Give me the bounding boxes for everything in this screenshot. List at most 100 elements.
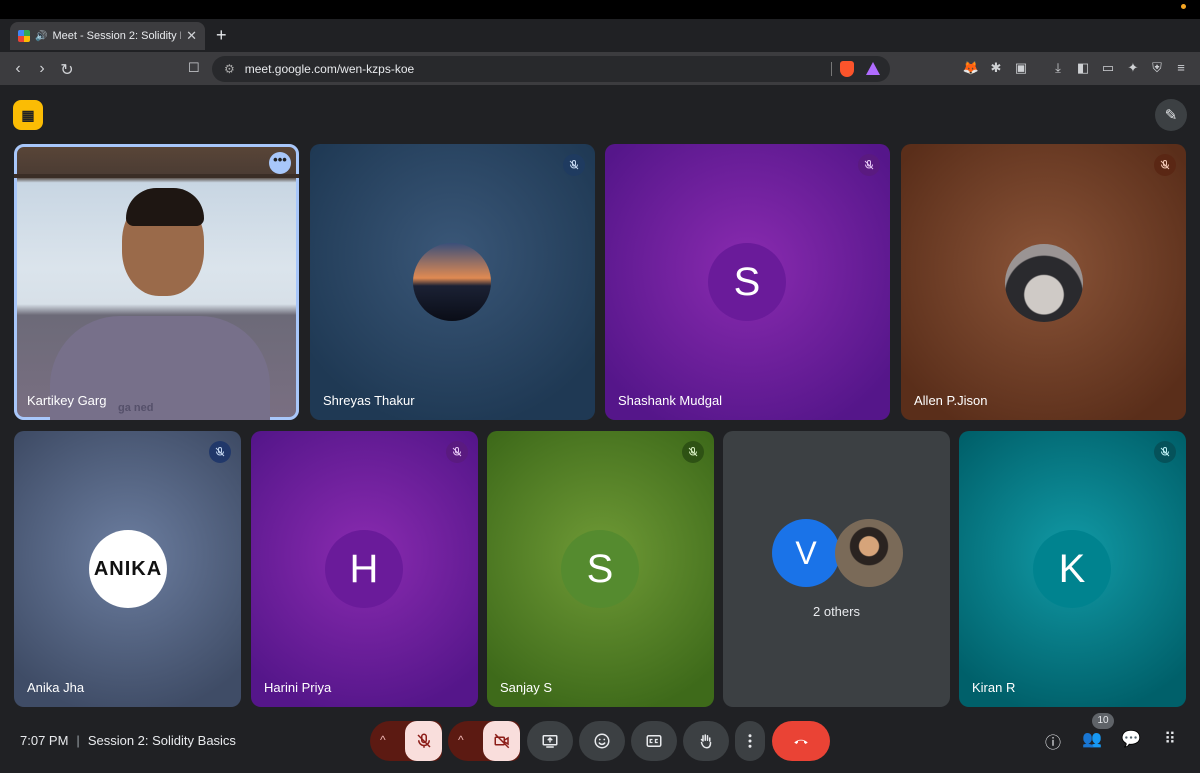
raise-hand-button[interactable] bbox=[683, 721, 729, 761]
screenshot-icon[interactable]: ▣ bbox=[1012, 60, 1030, 76]
camera-off-indicator-icon[interactable]: ▦ bbox=[13, 100, 43, 130]
meet-favicon-icon bbox=[18, 30, 30, 42]
bookmark-icon[interactable]: ☐ bbox=[188, 60, 200, 76]
participant-name: Sanjay S bbox=[500, 680, 553, 695]
present-screen-icon bbox=[542, 735, 558, 748]
activities-grid-icon[interactable]: ⠿ bbox=[1158, 729, 1182, 749]
participant-tile-kartikey[interactable]: ga ned ••• Kartikey Garg bbox=[14, 144, 299, 420]
participant-name: Allen P.Jison bbox=[914, 393, 988, 408]
leo-ai-icon[interactable]: ✦ bbox=[1124, 60, 1142, 76]
brave-shields-icon[interactable] bbox=[840, 61, 854, 77]
camera-toggle-button[interactable] bbox=[483, 721, 520, 761]
participant-name: Kiran R bbox=[972, 680, 1016, 695]
url-separator bbox=[831, 62, 832, 76]
present-screen-button[interactable] bbox=[527, 721, 573, 761]
back-icon[interactable]: ‹ bbox=[7, 60, 29, 78]
browser-tab[interactable]: 🔊 Meet - Session 2: Solidity B ✕ bbox=[10, 22, 205, 50]
more-options-icon[interactable]: ••• bbox=[269, 152, 291, 174]
wallet-fox-icon[interactable]: 🦊 bbox=[962, 60, 980, 76]
muted-mic-icon bbox=[209, 441, 231, 463]
shirt-text: ga ned bbox=[118, 402, 154, 414]
camera-off-icon bbox=[494, 733, 509, 749]
mic-control: ^ bbox=[370, 721, 442, 761]
meeting-info-separator: | bbox=[76, 733, 80, 748]
video-person-hair bbox=[126, 188, 204, 226]
sidebar-icon[interactable]: ◧ bbox=[1074, 60, 1092, 76]
tab-title: Meet - Session 2: Solidity B bbox=[52, 30, 182, 42]
muted-mic-icon bbox=[858, 154, 880, 176]
edit-pen-icon[interactable]: ✎ bbox=[1155, 99, 1187, 131]
speaker-icon: 🔊 bbox=[35, 30, 48, 42]
participant-name: Shashank Mudgal bbox=[618, 393, 723, 408]
url-text: meet.google.com/wen-kzps-koe bbox=[244, 62, 415, 76]
muted-mic-icon bbox=[682, 441, 704, 463]
browser-tab-bar: 🔊 Meet - Session 2: Solidity B ✕ + bbox=[0, 19, 1200, 52]
more-vert-icon bbox=[748, 734, 752, 748]
leave-call-button[interactable] bbox=[772, 721, 830, 761]
muted-mic-icon bbox=[1154, 154, 1176, 176]
meeting-time: 7:07 PM bbox=[20, 733, 69, 748]
os-top-strip bbox=[0, 0, 1200, 19]
participant-name: Harini Priya bbox=[264, 680, 332, 695]
more-options-button[interactable] bbox=[735, 721, 765, 761]
participant-tile-shashank[interactable]: S Shashank Mudgal bbox=[605, 144, 890, 420]
avatar-photo bbox=[835, 519, 903, 587]
participant-tile-sanjay[interactable]: S Sanjay S bbox=[487, 431, 714, 707]
extensions-icon[interactable]: ✱ bbox=[987, 60, 1005, 76]
participant-tile-shreyas[interactable]: Shreyas Thakur bbox=[310, 144, 595, 420]
hang-up-icon bbox=[794, 739, 808, 744]
hand-icon bbox=[700, 734, 712, 749]
new-tab-button[interactable]: + bbox=[216, 25, 227, 46]
brave-rewards-icon[interactable] bbox=[866, 62, 880, 75]
participant-tile-kiran[interactable]: K Kiran R bbox=[959, 431, 1186, 707]
meeting-title: Session 2: Solidity Basics bbox=[87, 733, 236, 748]
emoji-icon bbox=[594, 733, 610, 749]
meeting-controls-bar: 7:07 PM | Session 2: Solidity Basics ^ ^… bbox=[0, 713, 1200, 767]
muted-mic-icon bbox=[1154, 441, 1176, 463]
participant-name: Anika Jha bbox=[27, 680, 85, 695]
camera-options-chevron-icon[interactable]: ^ bbox=[458, 733, 464, 747]
avatar bbox=[413, 243, 491, 321]
reactions-button[interactable] bbox=[579, 721, 625, 761]
video-window-frame bbox=[14, 174, 299, 178]
avatar bbox=[1005, 244, 1083, 322]
menu-icon[interactable]: ≡ bbox=[1172, 60, 1190, 75]
avatar: K bbox=[1033, 530, 1111, 608]
wallet-icon[interactable]: ▭ bbox=[1099, 60, 1117, 76]
url-bar[interactable]: ⚙ meet.google.com/wen-kzps-koe bbox=[212, 56, 890, 82]
muted-mic-icon bbox=[563, 154, 585, 176]
mic-off-icon bbox=[416, 733, 431, 748]
participant-name: Shreyas Thakur bbox=[323, 393, 415, 408]
mic-toggle-button[interactable] bbox=[405, 721, 442, 761]
participant-tile-anika[interactable]: ANIKA Anika Jha bbox=[14, 431, 241, 707]
participant-name: Kartikey Garg bbox=[27, 393, 107, 408]
camera-control: ^ bbox=[448, 721, 520, 761]
vpn-icon[interactable]: ⛨ bbox=[1148, 60, 1166, 76]
participant-tile-harini[interactable]: H Harini Priya bbox=[251, 431, 478, 707]
anika-logo: ANIKA bbox=[89, 530, 167, 608]
muted-mic-icon bbox=[446, 441, 468, 463]
forward-icon[interactable]: › bbox=[31, 60, 53, 78]
avatar: H bbox=[325, 530, 403, 608]
avatar: S bbox=[708, 243, 786, 321]
captions-icon bbox=[646, 735, 662, 747]
site-settings-icon[interactable]: ⚙ bbox=[224, 62, 235, 76]
participant-count-badge: 10 bbox=[1092, 713, 1114, 729]
people-icon[interactable]: 👥 bbox=[1080, 729, 1104, 749]
avatar: V bbox=[772, 519, 840, 587]
participant-tile-allen[interactable]: Allen P.Jison bbox=[901, 144, 1186, 420]
others-count-label: 2 others bbox=[813, 604, 860, 619]
address-toolbar: ‹ › ↻ ☐ ⚙ meet.google.com/wen-kzps-koe 🦊… bbox=[0, 52, 1200, 85]
avatar: S bbox=[561, 530, 639, 608]
meet-stage: ▦ ✎ ga ned ••• Kartikey Garg Shreyas Tha… bbox=[0, 85, 1200, 773]
close-tab-icon[interactable]: ✕ bbox=[186, 28, 197, 44]
meeting-info: 7:07 PM | Session 2: Solidity Basics bbox=[20, 733, 236, 748]
chat-icon[interactable]: 💬 bbox=[1119, 729, 1143, 749]
captions-button[interactable] bbox=[631, 721, 677, 761]
mic-options-chevron-icon[interactable]: ^ bbox=[380, 733, 386, 747]
participant-tile-others[interactable]: V 2 others bbox=[723, 431, 950, 707]
download-icon[interactable]: ⤓ bbox=[1049, 60, 1067, 76]
reload-icon[interactable]: ↻ bbox=[56, 60, 78, 80]
status-dot bbox=[1181, 4, 1186, 9]
meeting-details-icon[interactable]: ⓘ bbox=[1041, 729, 1065, 753]
